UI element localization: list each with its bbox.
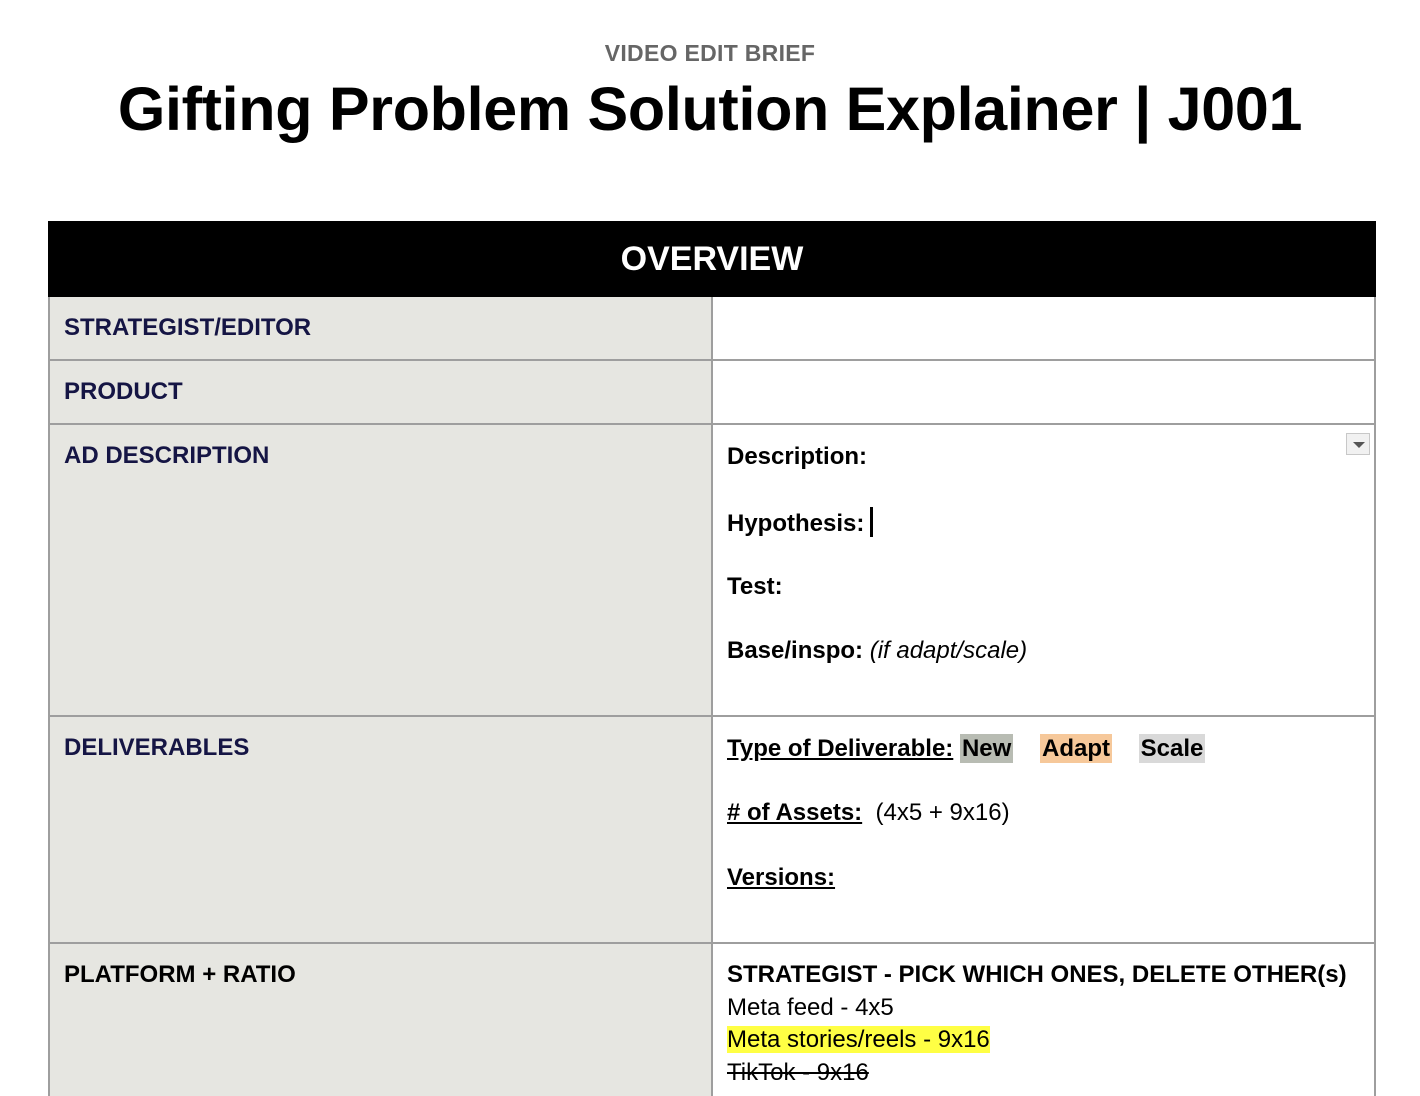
ad-description-cell[interactable]: Description: Hypothesis: Test: Base/insp… xyxy=(711,423,1376,717)
deliverable-option-scale[interactable]: Scale xyxy=(1138,734,1206,763)
document-title[interactable]: Gifting Problem Solution Explainer | J00… xyxy=(0,74,1420,144)
test-label: Test: xyxy=(727,573,783,600)
hypothesis-label: Hypothesis: xyxy=(727,510,865,537)
deliverables-label: DELIVERABLES xyxy=(48,715,713,944)
hypothesis-line[interactable]: Hypothesis: xyxy=(727,507,874,538)
platform-item-meta-feed[interactable]: Meta feed - 4x5 xyxy=(727,994,894,1022)
overview-heading: OVERVIEW xyxy=(48,221,1376,297)
assets-value: (4x5 + 9x16) xyxy=(875,799,1010,826)
table-row: PLATFORM + RATIO STRATEGIST - PICK WHICH… xyxy=(48,942,1376,1096)
ad-description-label: AD DESCRIPTION xyxy=(48,423,713,717)
platform-item-meta-stories-text: Meta stories/reels - 9x16 xyxy=(727,1026,990,1053)
description-label: Description: xyxy=(727,443,868,470)
assets-line[interactable]: # of Assets: (4x5 + 9x16) xyxy=(727,799,1010,827)
platform-instruction: STRATEGIST - PICK WHICH ONES, DELETE OTH… xyxy=(727,961,1347,988)
product-label: PRODUCT xyxy=(48,359,713,425)
platform-label: PLATFORM + RATIO xyxy=(48,942,713,1096)
platform-cell[interactable]: STRATEGIST - PICK WHICH ONES, DELETE OTH… xyxy=(711,942,1376,1096)
table-row: PRODUCT xyxy=(48,359,1376,425)
table-row: AD DESCRIPTION Description: Hypothesis: … xyxy=(48,423,1376,717)
strategist-label: STRATEGIST/EDITOR xyxy=(48,295,713,361)
base-inspo-line[interactable]: Base/inspo: (if adapt/scale) xyxy=(727,637,1027,665)
overview-header-row: OVERVIEW xyxy=(48,221,1376,297)
platform-item-tiktok[interactable]: TikTok - 9x16 xyxy=(727,1059,869,1087)
deliverable-type-line[interactable]: Type of Deliverable: New Adapt Scale xyxy=(727,734,1206,763)
versions-label: Versions: xyxy=(727,864,836,891)
document-kicker: VIDEO EDIT BRIEF xyxy=(604,40,816,66)
base-inspo-label: Base/inspo: xyxy=(727,637,864,664)
dropdown-chevron-icon[interactable] xyxy=(1346,433,1370,455)
versions-line[interactable]: Versions: xyxy=(727,864,835,892)
deliverables-cell[interactable]: Type of Deliverable: New Adapt Scale # o… xyxy=(711,715,1376,944)
assets-label: # of Assets: xyxy=(727,799,863,826)
table-row: DELIVERABLES Type of Deliverable: New Ad… xyxy=(48,715,1376,944)
deliverable-option-adapt[interactable]: Adapt xyxy=(1040,734,1112,763)
document-page: VIDEO EDIT BRIEF Gifting Problem Solutio… xyxy=(0,0,1420,1096)
platform-item-meta-stories[interactable]: Meta stories/reels - 9x16 xyxy=(727,1026,990,1054)
deliverable-option-new[interactable]: New xyxy=(959,734,1014,763)
table-row: STRATEGIST/EDITOR xyxy=(48,295,1376,361)
overview-table: OVERVIEW STRATEGIST/EDITOR PRODUCT AD DE… xyxy=(48,221,1376,1096)
deliverable-type-label: Type of Deliverable: xyxy=(727,735,954,762)
base-inspo-note: (if adapt/scale) xyxy=(869,637,1028,664)
strategist-value-cell[interactable] xyxy=(711,295,1376,361)
product-value-cell[interactable] xyxy=(711,359,1376,425)
description-line[interactable]: Description: xyxy=(727,443,867,471)
text-cursor xyxy=(870,507,874,537)
test-line[interactable]: Test: xyxy=(727,573,783,601)
